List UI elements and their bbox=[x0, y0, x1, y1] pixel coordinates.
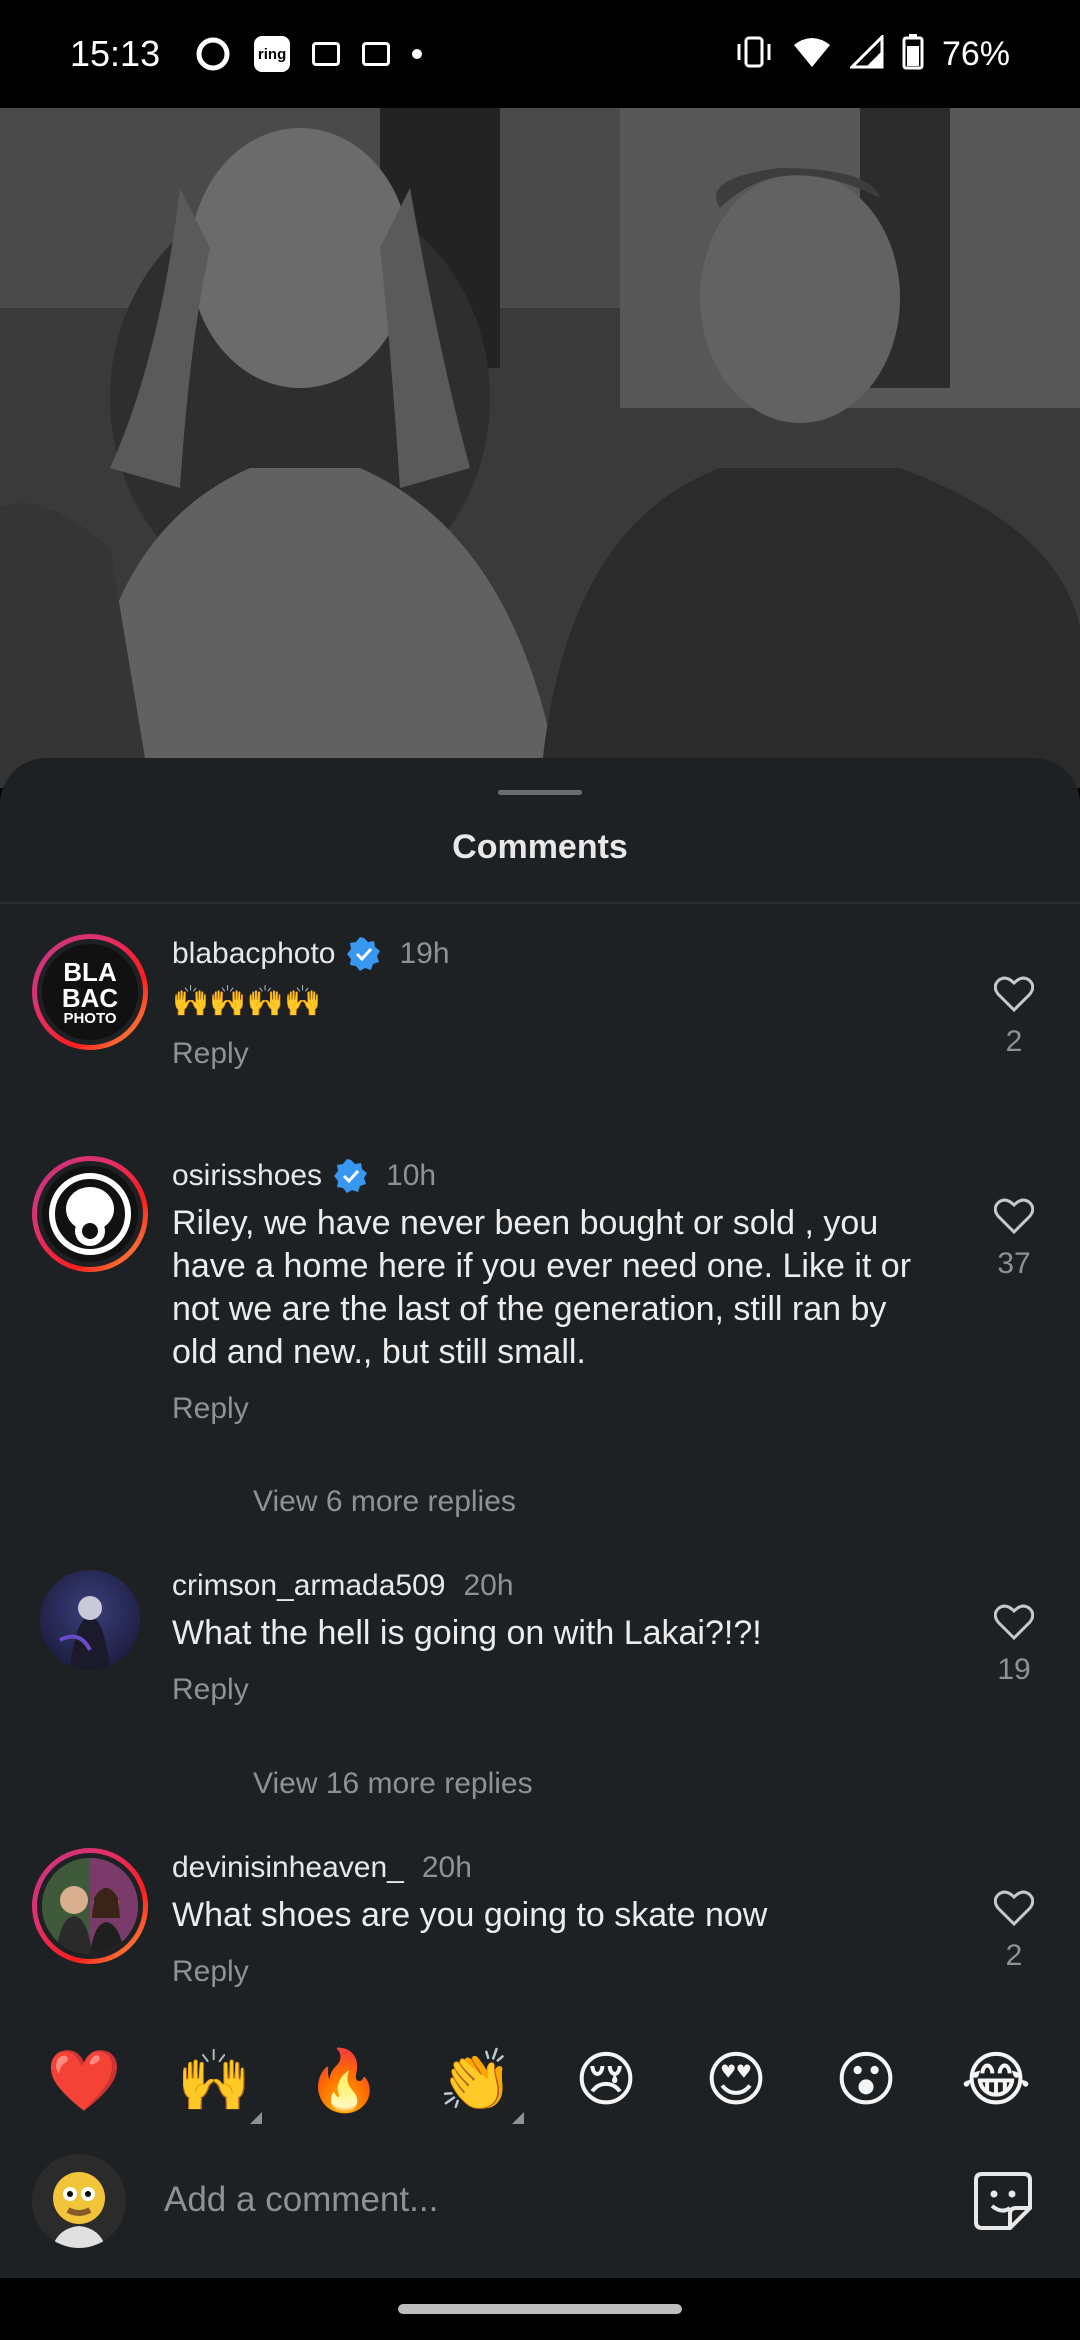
verified-badge-icon bbox=[347, 937, 381, 971]
reaction-fire-button[interactable]: 🔥 bbox=[304, 2040, 384, 2120]
like-count: 19 bbox=[997, 1653, 1031, 1686]
like-count: 2 bbox=[1005, 1025, 1023, 1058]
avatar-logo-text: BAC bbox=[61, 982, 119, 1013]
ring-app-icon: ring bbox=[254, 36, 291, 72]
heart-icon bbox=[993, 1890, 1035, 1927]
sticker-icon[interactable] bbox=[972, 2170, 1034, 2232]
current-user-avatar bbox=[32, 2154, 126, 2248]
comment-text: Riley, we have never been bought or sold… bbox=[172, 1204, 912, 1371]
heart-icon bbox=[993, 976, 1035, 1013]
reaction-surprised-button[interactable]: 😮 bbox=[826, 2040, 906, 2120]
reply-button[interactable]: Reply bbox=[172, 1955, 932, 1989]
avatar[interactable] bbox=[32, 1848, 148, 1964]
comment-username[interactable]: devinisinheaven_ bbox=[172, 1851, 404, 1885]
reply-button[interactable]: Reply bbox=[172, 1392, 932, 1426]
post-photo bbox=[0, 108, 1080, 788]
avatar[interactable] bbox=[40, 1570, 140, 1670]
like-button[interactable]: 37 bbox=[984, 1198, 1044, 1281]
reaction-clap-button[interactable]: 👏 bbox=[436, 2040, 524, 2124]
view-more-replies-button[interactable]: View 16 more replies bbox=[253, 1767, 533, 1801]
reaction-heart-button[interactable]: ❤️ bbox=[44, 2040, 124, 2120]
reaction-laughing-button[interactable]: 😂 bbox=[956, 2040, 1036, 2120]
reaction-raised-hands-button[interactable]: 🙌 bbox=[174, 2040, 262, 2124]
comment-time: 19h bbox=[399, 937, 450, 970]
comment-time: 20h bbox=[421, 1851, 472, 1884]
circle-app-icon bbox=[194, 35, 232, 73]
reaction-crying-button[interactable]: 😢 bbox=[566, 2040, 646, 2120]
like-count: 2 bbox=[1005, 1939, 1023, 1972]
divider bbox=[0, 902, 1080, 904]
avatar[interactable]: BLA BAC PHOTO bbox=[32, 934, 148, 1050]
avatar-logo-text: BLA bbox=[63, 956, 117, 987]
comment-composer bbox=[0, 2140, 1080, 2278]
home-gesture-bar[interactable] bbox=[398, 2304, 682, 2314]
comment-text: What the hell is going on with Lakai?!?! bbox=[172, 1614, 762, 1652]
comment-text: What shoes are you going to skate now bbox=[172, 1896, 768, 1934]
like-button[interactable]: 2 bbox=[984, 976, 1044, 1059]
card-icon bbox=[312, 42, 341, 66]
comment-username[interactable]: blabacphoto bbox=[172, 937, 335, 971]
reply-button[interactable]: Reply bbox=[172, 1673, 932, 1707]
battery-percent: 76% bbox=[941, 34, 1010, 73]
verified-badge-icon bbox=[334, 1159, 368, 1193]
comment-text: 🙌🙌🙌🙌 bbox=[172, 984, 322, 1019]
status-bar: 15:13 ring 76% bbox=[0, 0, 1080, 108]
comment-username[interactable]: crimson_armada509 bbox=[172, 1569, 445, 1603]
osiris-logo-icon bbox=[49, 1173, 131, 1255]
avatar[interactable] bbox=[32, 1156, 148, 1272]
like-count: 37 bbox=[997, 1247, 1031, 1280]
more-skin-tones-icon bbox=[250, 2112, 262, 2124]
wifi-icon bbox=[792, 35, 832, 74]
clap-icon: 👏 bbox=[438, 2045, 514, 2116]
comment-username[interactable]: osirisshoes bbox=[172, 1159, 322, 1193]
raised-hands-icon: 🙌 bbox=[176, 2045, 252, 2116]
avatar-logo-text: PHOTO bbox=[63, 1009, 117, 1027]
quick-reactions-bar: ❤️ 🙌 🔥 👏 😢 😍 😮 😂 bbox=[0, 2040, 1080, 2130]
add-comment-input[interactable] bbox=[164, 2170, 924, 2230]
drag-handle[interactable] bbox=[498, 790, 582, 795]
like-button[interactable]: 19 bbox=[984, 1604, 1044, 1687]
like-button[interactable]: 2 bbox=[984, 1890, 1044, 1973]
comment-time: 20h bbox=[463, 1569, 514, 1602]
card-icon bbox=[362, 42, 391, 66]
status-time: 15:13 bbox=[70, 33, 161, 74]
system-nav-bar bbox=[0, 2278, 1080, 2340]
heart-icon bbox=[993, 1604, 1035, 1641]
signal-icon bbox=[848, 32, 884, 74]
heart-icon bbox=[993, 1198, 1035, 1235]
view-more-replies-button[interactable]: View 6 more replies bbox=[253, 1485, 516, 1519]
more-skin-tones-icon bbox=[512, 2112, 524, 2124]
battery-icon bbox=[902, 33, 924, 75]
reply-button[interactable]: Reply bbox=[172, 1037, 932, 1071]
vibrate-icon bbox=[734, 35, 774, 74]
reaction-heart-eyes-button[interactable]: 😍 bbox=[696, 2040, 776, 2120]
dot-icon bbox=[412, 49, 423, 59]
comment-time: 10h bbox=[386, 1159, 437, 1192]
sheet-title: Comments bbox=[452, 828, 628, 866]
